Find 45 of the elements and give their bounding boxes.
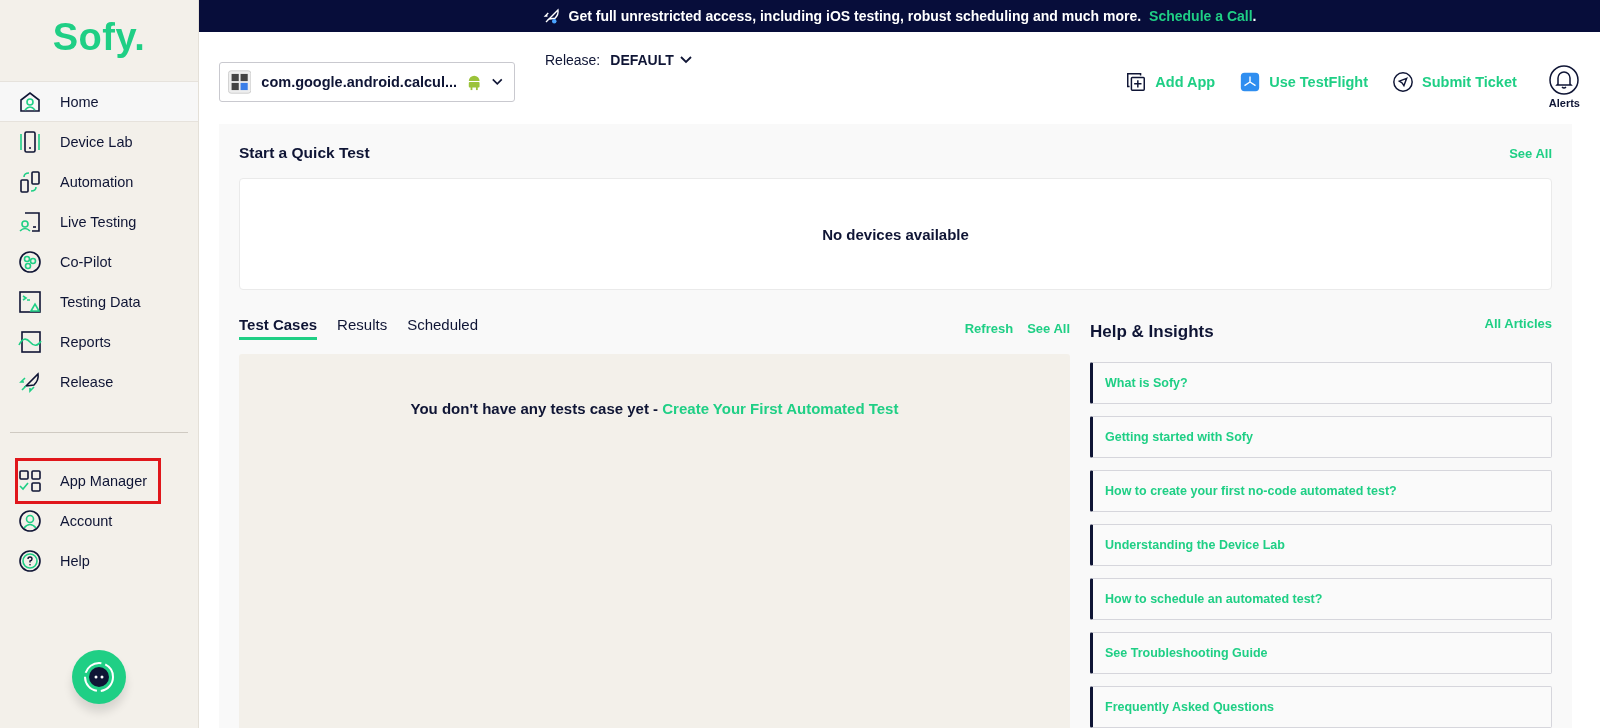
banner-message: Schedule a Call. — [1149, 7, 1257, 24]
schedule-call-link[interactable]: Schedule a Call — [1149, 7, 1253, 24]
add-copy-icon — [1125, 70, 1148, 93]
chevron-down-icon — [491, 76, 504, 87]
app-selector[interactable]: com.google.android.calcul... — [219, 61, 515, 102]
help-icon — [18, 549, 42, 573]
chat-button[interactable] — [72, 650, 126, 704]
sidebar-item[interactable]: Device Lab — [0, 122, 198, 162]
empty-message: No devices available — [822, 225, 969, 243]
sidebar-item[interactable]: Co-Pilot — [0, 242, 198, 282]
sidebar-item[interactable]: Reports — [0, 322, 198, 362]
live-icon — [18, 210, 42, 234]
help-title: Help & Insights — [1090, 322, 1214, 342]
logo: Sofy. — [52, 15, 146, 60]
sidebar-item[interactable]: Release — [0, 362, 198, 402]
propeller-app-icon — [1239, 70, 1262, 93]
device-icon — [18, 130, 42, 154]
sidebar-item[interactable]: App Manager — [18, 461, 158, 501]
empty-tests-message: You don't have any tests case yet - Create Your First Automated Test — [410, 400, 899, 417]
rocket-icon — [542, 6, 561, 25]
sidebar-item[interactable]: Live Testing — [0, 202, 198, 242]
release-icon — [18, 370, 42, 394]
copilot-icon — [18, 250, 42, 274]
tab[interactable]: Results — [337, 316, 388, 340]
chevron-down-icon — [679, 55, 692, 64]
send-icon — [1392, 70, 1414, 93]
tab[interactable]: Test Cases — [239, 316, 318, 340]
home-icon — [18, 89, 42, 114]
apps-icon — [18, 469, 42, 493]
sidebar-item[interactable]: Testing Data — [0, 282, 198, 322]
chat-bot-icon — [82, 660, 116, 694]
data-icon — [18, 290, 42, 314]
release-label: Release: — [545, 51, 601, 68]
automation-icon — [18, 170, 42, 194]
calculator-icon — [228, 68, 252, 95]
banner-text: Get full unrestricted access, including iOS testing, robust scheduling and much more. — [568, 7, 1142, 24]
sidebar-item[interactable]: Home — [0, 82, 198, 122]
tab[interactable]: Scheduled — [407, 316, 479, 340]
reports-icon — [18, 330, 42, 354]
release-dropdown[interactable]: DEFAULT — [610, 51, 692, 68]
sidebar-item[interactable]: Automation — [0, 162, 198, 202]
section-title: Start a Quick Test — [239, 144, 370, 162]
account-icon — [18, 509, 42, 533]
sidebar-item[interactable]: Help — [0, 541, 198, 581]
sidebar-item[interactable]: Account — [0, 501, 198, 541]
